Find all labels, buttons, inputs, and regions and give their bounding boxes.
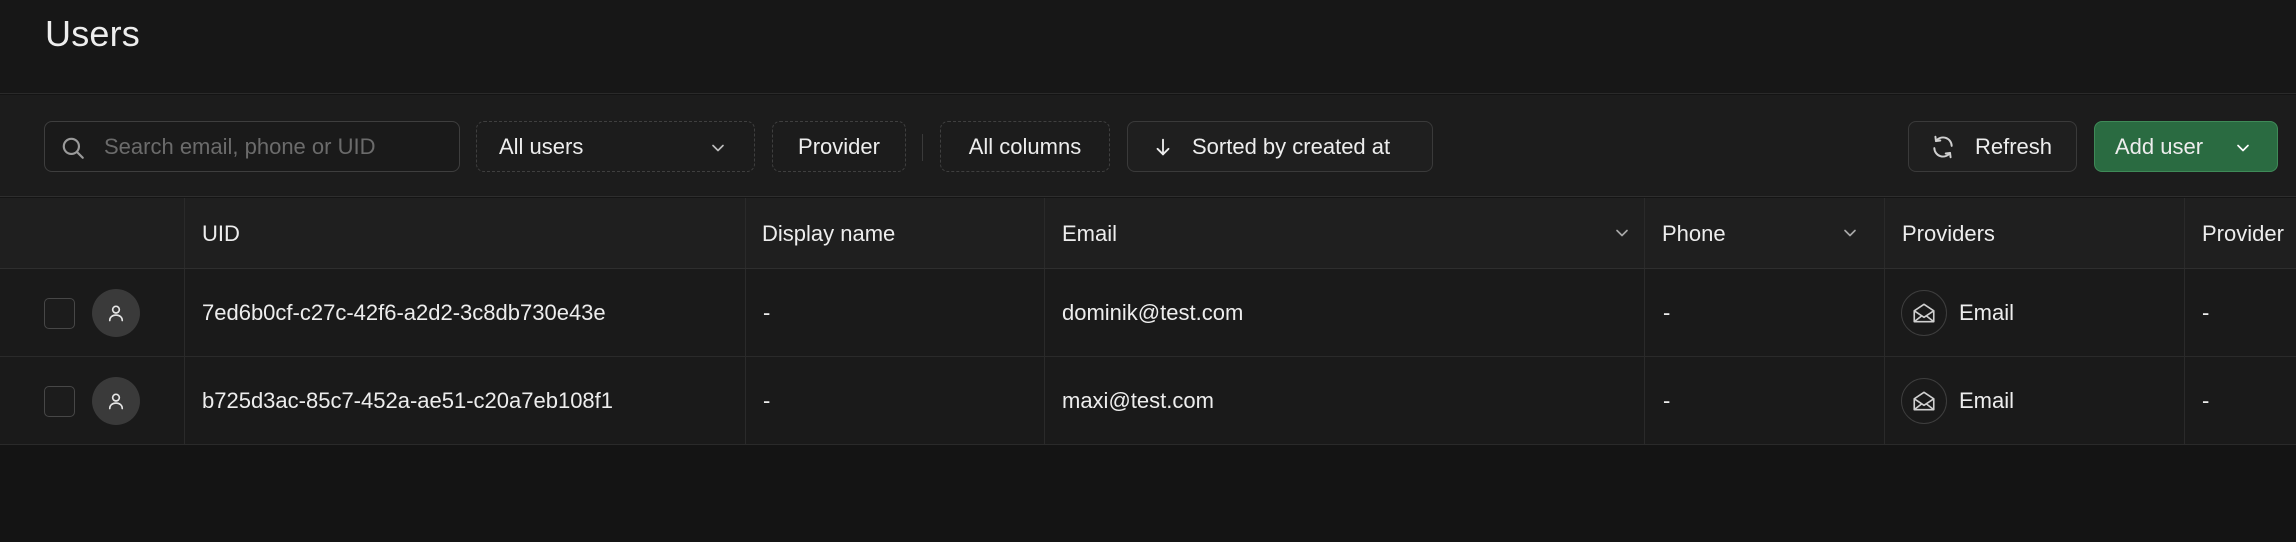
column-divider [184, 357, 185, 444]
provider-cell: Email [1901, 357, 2014, 445]
uid-cell: b725d3ac-85c7-452a-ae51-c20a7eb108f1 [202, 388, 614, 413]
uid-cell: 7ed6b0cf-c27c-42f6-a2d2-3c8db730e43e [202, 300, 606, 325]
display-name-cell: - [763, 388, 771, 413]
sort-label: Sorted by created at [1192, 133, 1391, 159]
column-header-email[interactable]: Email [1062, 198, 1632, 269]
column-divider [1044, 198, 1045, 268]
column-header-provider-type[interactable]: Provider [2202, 198, 2284, 269]
sort-button[interactable]: Sorted by created at [1127, 121, 1433, 172]
page-header: Users [0, 0, 2296, 94]
column-divider [2184, 357, 2185, 444]
user-type-filter-label: All users [499, 133, 584, 159]
provider-label: Email [1959, 300, 2015, 325]
search-input[interactable] [102, 122, 442, 171]
column-divider [745, 357, 746, 444]
table-header-row: UID Display name Email Phone Providers P… [0, 198, 2296, 269]
provider-filter-button[interactable]: Provider [772, 121, 906, 172]
column-header-providers[interactable]: Providers [1902, 198, 1995, 269]
row-checkbox[interactable] [44, 386, 75, 417]
column-divider [1644, 269, 1645, 356]
chevron-down-icon [2237, 144, 2249, 152]
toolbar-divider [922, 134, 923, 161]
provider-label: Email [1959, 388, 2015, 413]
column-divider [2184, 269, 2185, 356]
table-row[interactable]: b725d3ac-85c7-452a-ae51-c20a7eb108f1 - m… [0, 357, 2296, 445]
chevron-down-icon [712, 144, 724, 152]
column-divider [184, 269, 185, 356]
phone-cell: - [1663, 388, 1671, 413]
column-divider [1044, 269, 1045, 356]
column-header-email-label: Email [1062, 220, 1118, 246]
column-divider [1644, 198, 1645, 268]
provider-filter-label: Provider [798, 133, 880, 159]
envelope-icon [1901, 378, 1947, 424]
email-cell: dominik@test.com [1062, 300, 1244, 325]
column-divider [1644, 357, 1645, 444]
provider-type-cell: - [2202, 388, 2210, 413]
column-divider [1884, 198, 1885, 268]
column-divider [1884, 357, 1885, 444]
chevron-down-icon[interactable] [1612, 223, 1632, 243]
search-icon [62, 137, 84, 159]
search-box[interactable] [44, 121, 460, 172]
add-user-button[interactable]: Add user [2094, 121, 2278, 172]
chevron-down-icon[interactable] [1840, 223, 1860, 243]
column-header-uid[interactable]: UID [202, 198, 240, 269]
refresh-button[interactable]: Refresh [1908, 121, 2077, 172]
column-divider [184, 198, 185, 268]
toolbar: All users Provider All columns Sorted by… [0, 95, 2296, 197]
column-header-phone-label: Phone [1662, 220, 1726, 246]
email-cell: maxi@test.com [1062, 388, 1214, 413]
column-divider [1884, 269, 1885, 356]
column-divider [1044, 357, 1045, 444]
columns-toggle-button[interactable]: All columns [940, 121, 1110, 172]
column-divider [2184, 198, 2185, 268]
display-name-cell: - [763, 300, 771, 325]
column-divider [745, 269, 746, 356]
column-header-display-name[interactable]: Display name [762, 198, 895, 269]
user-icon [108, 393, 124, 410]
page-title: Users [45, 13, 141, 54]
refresh-icon [1933, 135, 1953, 158]
add-user-label: Add user [2115, 133, 2204, 159]
avatar [92, 289, 140, 337]
users-page: Users All users Provider All columns [0, 0, 2296, 542]
user-icon [108, 305, 124, 322]
user-type-filter-dropdown[interactable]: All users [476, 121, 755, 172]
refresh-label: Refresh [1975, 133, 2053, 159]
row-checkbox[interactable] [44, 298, 75, 329]
column-divider [745, 198, 746, 268]
phone-cell: - [1663, 300, 1671, 325]
provider-type-cell: - [2202, 300, 2210, 325]
arrow-down-icon [1156, 138, 1170, 155]
columns-toggle-label: All columns [968, 133, 1082, 159]
column-header-phone[interactable]: Phone [1662, 198, 1860, 269]
table-row[interactable]: 7ed6b0cf-c27c-42f6-a2d2-3c8db730e43e - d… [0, 269, 2296, 357]
provider-cell: Email [1901, 269, 2014, 357]
users-table: UID Display name Email Phone Providers P… [0, 198, 2296, 445]
avatar [92, 377, 140, 425]
envelope-icon [1901, 290, 1947, 336]
